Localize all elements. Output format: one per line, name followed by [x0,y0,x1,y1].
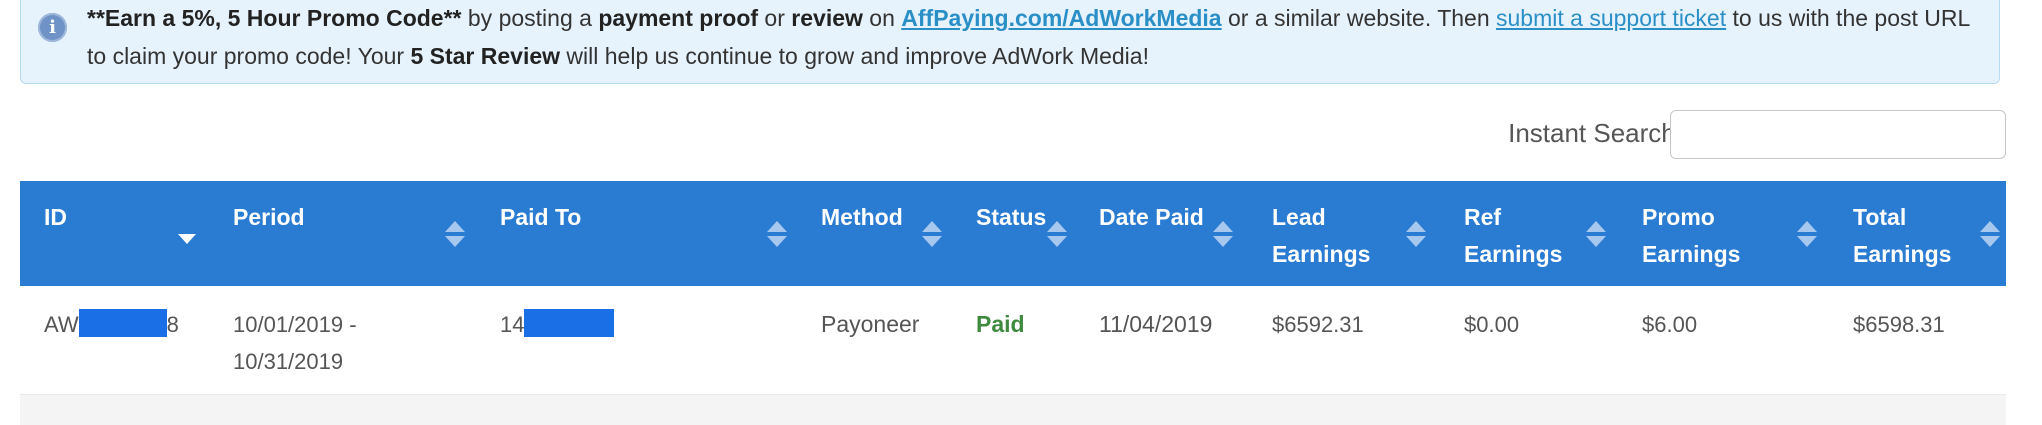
cell-date-paid: 11/04/2019 [1099,311,1213,337]
col-header-promo-line1: Promo [1642,204,1715,230]
sort-both-icon [1980,221,2000,247]
payments-table: ID Period Paid To Method Status Date Pai [20,181,2006,425]
alert-bold-promo: **Earn a 5%, 5 Hour Promo Code** [87,5,462,31]
alert-message: **Earn a 5%, 5 Hour Promo Code** by post… [87,0,1987,75]
sort-both-icon [1586,221,1606,247]
cell-period-end: 10/31/2019 [233,349,344,374]
col-header-id-label: ID [44,204,67,230]
cell-promo-earnings: $6.00 [1642,312,1698,337]
sort-both-icon [1797,221,1817,247]
info-icon: i [38,13,67,42]
table-header: ID Period Paid To Method Status Date Pai [20,181,2006,286]
col-header-paid-to-label: Paid To [500,204,582,230]
sort-both-icon [922,221,942,247]
sort-both-icon [1406,221,1426,247]
alert-text-3: on [862,5,902,31]
instant-search-input[interactable] [1670,110,2006,159]
table-row: AW 8 10/01/2019 - 10/31/2019 14 Payoneer P… [20,286,2006,395]
cell-period-start: 10/01/2019 - [233,312,357,337]
alert-text-2: or [758,5,792,31]
col-header-lead-line2: Earnings [1272,241,1371,267]
alert-bold-five-star: 5 Star Review [410,43,561,69]
sort-both-icon [445,221,465,247]
col-header-ref-label: Ref Earnings [1464,199,1562,273]
col-header-lead-label: Lead Earnings [1272,199,1370,273]
cell-id-prefix: AW [44,312,79,337]
cell-total-earnings: $6598.31 [1853,312,1945,337]
instant-search-label: Instant Search: [1508,118,1683,148]
alert-text-6: will help us continue to grow and improv… [560,43,1149,69]
cell-period: 10/01/2019 - 10/31/2019 [233,306,357,380]
cell-status: Paid [976,311,1025,337]
col-header-total-line2: Earnings [1853,241,1952,267]
sort-both-icon [1213,221,1233,247]
col-header-ref-line2: Earnings [1464,241,1563,267]
payments-page: i **Earn a 5%, 5 Hour Promo Code** by po… [0,0,2042,425]
col-header-date-paid-label: Date Paid [1099,204,1204,230]
affpaying-link[interactable]: AffPaying.com/AdWorkMedia [901,5,1221,31]
sort-both-icon [1047,221,1067,247]
col-header-ref-line1: Ref [1464,204,1502,230]
cell-id-suffix: 8 [166,312,179,337]
sort-both-icon [767,221,787,247]
redaction-box [78,309,167,337]
promo-alert: i **Earn a 5%, 5 Hour Promo Code** by po… [20,0,2000,84]
alert-bold-payment-proof: payment proof [598,5,759,31]
col-header-method-label: Method [821,204,903,230]
col-header-total-label: Total Earnings [1853,199,1951,273]
table-footer-strip [20,395,2006,425]
col-header-promo-line2: Earnings [1642,241,1741,267]
col-header-lead-line1: Lead [1272,204,1326,230]
cell-paid-to-prefix: 14 [500,312,525,337]
cell-method: Payoneer [821,311,920,337]
cell-id: AW 8 [44,306,179,343]
sort-desc-icon [178,234,196,244]
alert-text-4: or a similar website. Then [1221,5,1497,31]
cell-lead-earnings: $6592.31 [1272,312,1364,337]
redaction-box [524,309,615,337]
col-header-status-label: Status [976,204,1047,230]
col-header-promo-label: Promo Earnings [1642,199,1740,273]
col-header-period-label: Period [233,204,305,230]
col-header-total-line1: Total [1853,204,1907,230]
cell-paid-to: 14 [500,306,615,343]
cell-ref-earnings: $0.00 [1464,312,1520,337]
alert-bold-review: review [791,5,863,31]
alert-text-1: by posting a [461,5,599,31]
support-ticket-link[interactable]: submit a support ticket [1496,5,1726,31]
